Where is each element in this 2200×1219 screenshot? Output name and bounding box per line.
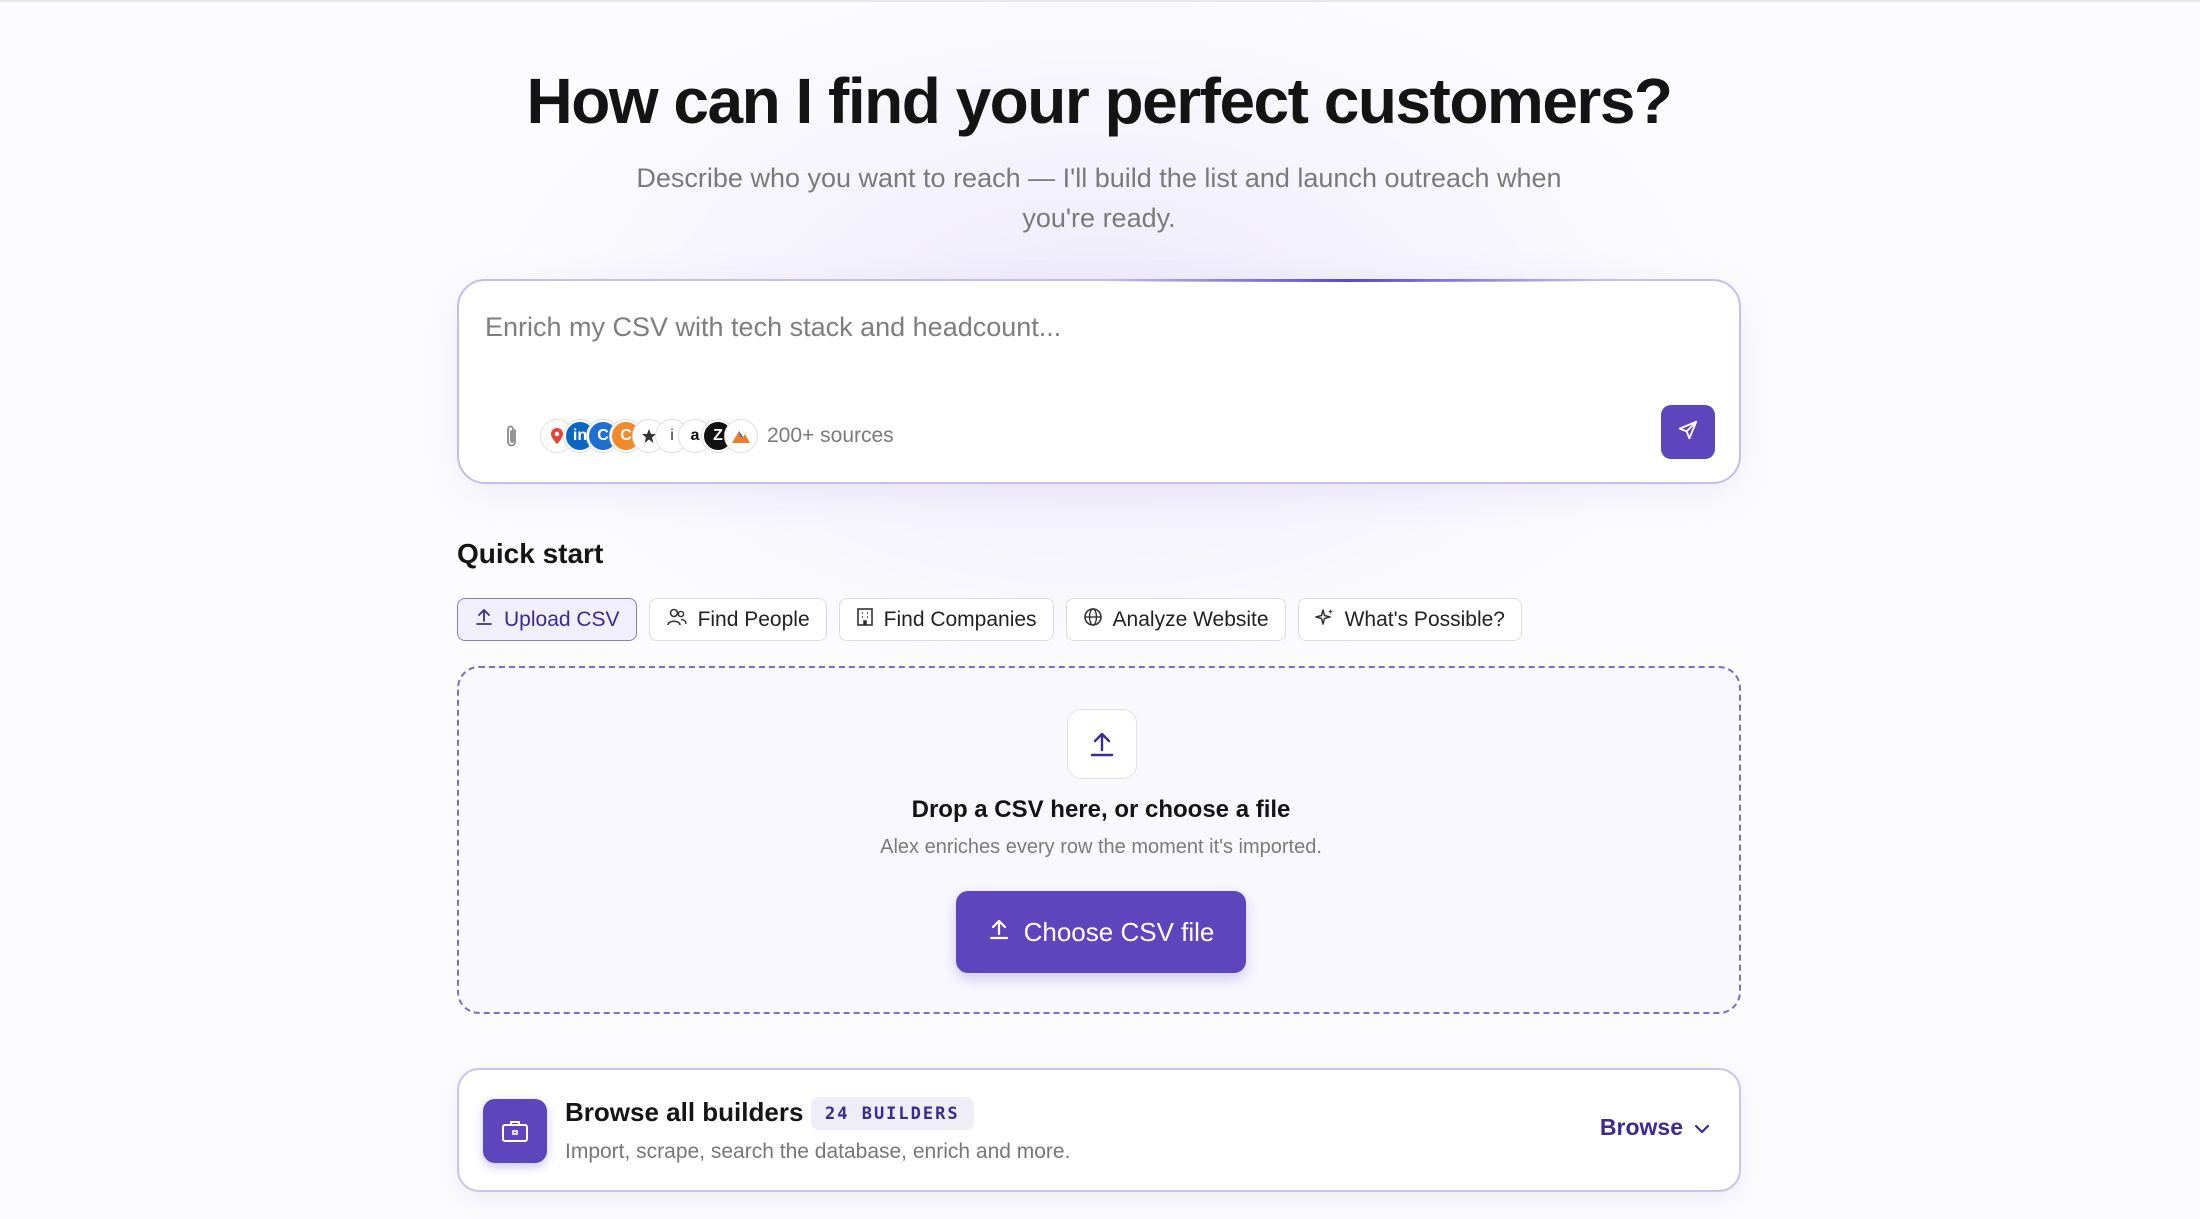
analyze-website-chip[interactable]: Analyze Website (1065, 598, 1286, 641)
builders-count-badge: 24 BUILDERS (811, 1097, 974, 1130)
upload-csv-chip[interactable]: Upload CSV (457, 598, 637, 641)
builders-title: Browse all builders (565, 1097, 804, 1127)
people-icon (666, 607, 688, 633)
upload-icon (1067, 709, 1137, 779)
chip-label: Upload CSV (504, 607, 620, 631)
send-button[interactable] (1661, 405, 1715, 459)
prompt-box: in C C i a Z 200+ sources (457, 279, 1741, 484)
sparkle-icon (1314, 607, 1335, 633)
chip-label: Analyze Website (1112, 607, 1269, 631)
globe-icon (1083, 607, 1103, 633)
browse-builders-card[interactable]: Browse all builders 24 BUILDERS Import, … (457, 1068, 1741, 1192)
browse-dropdown[interactable]: Browse (1600, 1114, 1711, 1141)
page-subtitle: Describe who you want to reach — I'll bu… (636, 163, 1562, 233)
choose-csv-label: Choose CSV file (1023, 916, 1215, 947)
sources-count: 200+ sources (767, 424, 894, 447)
find-people-chip[interactable]: Find People (648, 598, 827, 641)
chevron-down-icon (1693, 1114, 1711, 1141)
page-title: How can I find your perfect customers? (526, 65, 1674, 137)
csv-dropzone[interactable]: Drop a CSV here, or choose a file Alex e… (457, 666, 1741, 1014)
quick-start-title: Quick start (457, 538, 604, 569)
top-divider (0, 0, 2200, 4)
briefcase-icon (483, 1099, 547, 1163)
building-icon (856, 607, 874, 633)
sources-strip: in C C i a Z 200+ sources (541, 416, 894, 456)
browse-label: Browse (1599, 1114, 1683, 1140)
upload-icon (988, 917, 1010, 948)
prompt-input[interactable] (485, 307, 1685, 347)
alpine-icon (725, 420, 757, 452)
choose-csv-button[interactable]: Choose CSV file (956, 891, 1246, 973)
chip-label: Find Companies (883, 607, 1037, 631)
chip-label: What's Possible? (1344, 607, 1505, 631)
chip-label: Find People (697, 607, 810, 631)
whats-possible-chip[interactable]: What's Possible? (1297, 598, 1522, 641)
find-companies-chip[interactable]: Find Companies (838, 598, 1054, 641)
builders-subtitle: Import, scrape, search the database, enr… (565, 1140, 1071, 1163)
paperclip-icon[interactable] (497, 419, 527, 455)
quick-start-chips: Upload CSV Find People Find Companies An… (457, 598, 1522, 641)
dropzone-subtitle: Alex enriches every row the moment it's … (880, 836, 1322, 858)
send-icon (1677, 419, 1699, 446)
dropzone-title: Drop a CSV here, or choose a file (911, 796, 1291, 823)
upload-icon (474, 607, 494, 633)
